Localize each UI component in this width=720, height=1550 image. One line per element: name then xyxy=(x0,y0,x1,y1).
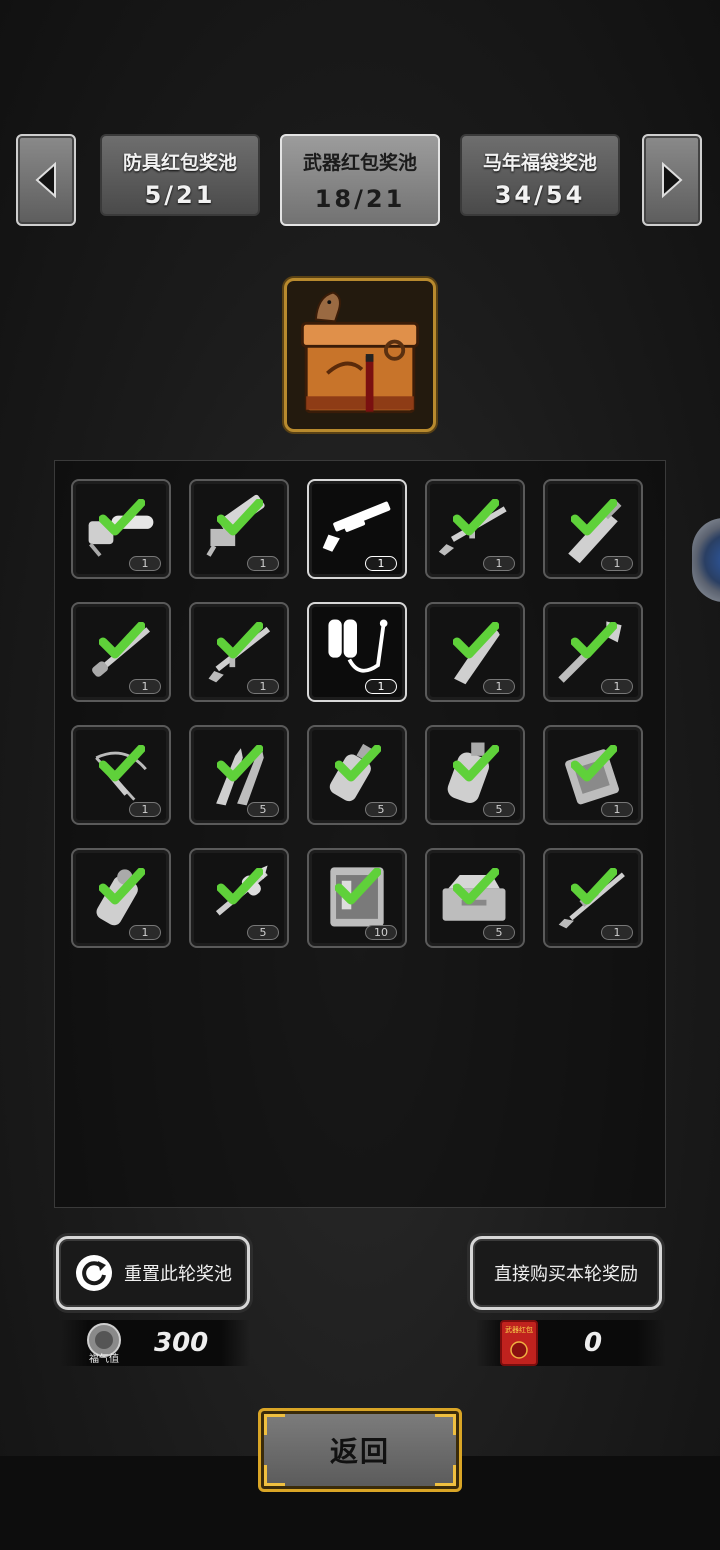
tab-horse-year-pool[interactable]: 马年福袋奖池 34/54 xyxy=(460,134,620,216)
claimed-check-icon xyxy=(571,622,617,659)
tab-weapon-pool[interactable]: 武器红包奖池 18/21 xyxy=(280,134,440,226)
claimed-check-icon xyxy=(335,868,381,905)
luck-coin-label: 福气值 xyxy=(89,1352,119,1364)
reward-quantity: 1 xyxy=(247,556,279,571)
reward-quantity: 5 xyxy=(483,925,515,940)
claimed-check-icon xyxy=(99,499,145,536)
claimed-check-icon xyxy=(99,868,145,905)
claimed-check-icon xyxy=(217,868,263,905)
tab-armor-pool[interactable]: 防具红包奖池 5/21 xyxy=(100,134,260,216)
reward-grid: 1 1 1 1 1 1 1 1 1 1 1 5 5 5 1 1 5 10 5 1 xyxy=(54,460,666,1208)
claimed-check-icon xyxy=(453,868,499,905)
claimed-check-icon xyxy=(217,622,263,659)
reward-quantity: 1 xyxy=(483,679,515,694)
reward-quantity: 5 xyxy=(365,802,397,817)
buy-rewards-button[interactable]: 直接购买本轮奖励 xyxy=(470,1236,662,1310)
reward-slot[interactable]: 5 xyxy=(189,725,289,825)
frame-corner xyxy=(435,1414,456,1435)
claimed-check-icon xyxy=(453,745,499,782)
reward-chest[interactable] xyxy=(284,278,436,432)
prev-pool-button[interactable] xyxy=(16,134,76,226)
reward-slot[interactable]: 1 xyxy=(189,479,289,579)
reward-slot[interactable]: 1 xyxy=(71,602,171,702)
luck-coin-icon: 福气值 xyxy=(87,1323,121,1364)
claimed-check-icon xyxy=(217,745,263,782)
shotgun-icon xyxy=(322,501,391,552)
claimed-check-icon xyxy=(99,622,145,659)
reward-quantity: 1 xyxy=(365,556,397,571)
reward-slot[interactable]: 5 xyxy=(425,848,525,948)
back-label: 返回 xyxy=(329,1435,390,1468)
side-menu-button[interactable] xyxy=(692,518,720,602)
reward-slot[interactable]: 1 xyxy=(425,602,525,702)
claimed-check-icon xyxy=(571,868,617,905)
reward-quantity: 1 xyxy=(601,802,633,817)
reward-quantity: 1 xyxy=(483,556,515,571)
reward-quantity: 1 xyxy=(129,679,161,694)
reward-quantity: 1 xyxy=(601,556,633,571)
claimed-check-icon xyxy=(571,499,617,536)
tab-progress: 18/21 xyxy=(314,185,406,213)
tab-name: 防具红包奖池 xyxy=(122,152,237,174)
redpacket-count: 0 xyxy=(584,1328,603,1358)
reward-slot[interactable]: 10 xyxy=(307,848,407,948)
reward-slot[interactable]: 1 xyxy=(307,479,407,579)
reward-slot[interactable]: 1 xyxy=(71,479,171,579)
arrow-right-icon xyxy=(662,161,683,199)
claimed-check-icon xyxy=(217,499,263,536)
reward-slot[interactable]: 5 xyxy=(307,725,407,825)
redpacket-count-row: 武器红包 0 xyxy=(476,1320,666,1366)
arrow-left-icon xyxy=(35,161,56,199)
tab-progress: 5/21 xyxy=(144,181,216,209)
reset-pool-label: 重置此轮奖池 xyxy=(124,1264,232,1285)
reward-slot[interactable]: 5 xyxy=(425,725,525,825)
reward-quantity: 1 xyxy=(129,925,161,940)
reward-slot[interactable]: 1 xyxy=(543,602,643,702)
flamethrower-icon xyxy=(328,619,388,673)
frame-corner xyxy=(264,1465,285,1486)
reward-quantity: 1 xyxy=(601,679,633,694)
frame-corner xyxy=(435,1465,456,1486)
reward-quantity: 1 xyxy=(129,556,161,571)
claimed-check-icon xyxy=(453,499,499,536)
redpacket-label: 武器红包 xyxy=(505,1325,533,1334)
back-button[interactable]: 返回 xyxy=(258,1408,462,1492)
tab-name: 马年福袋奖池 xyxy=(482,152,597,174)
reward-slot[interactable]: 1 xyxy=(543,848,643,948)
reward-slot[interactable]: 1 xyxy=(543,479,643,579)
reward-quantity: 5 xyxy=(247,925,279,940)
claimed-check-icon xyxy=(99,745,145,782)
claimed-check-icon xyxy=(453,622,499,659)
horse-chest-icon xyxy=(300,291,420,414)
reward-pool-screen: 防具红包奖池 5/21 武器红包奖池 18/21 马年福袋奖池 34/54 1 1… xyxy=(0,0,720,1550)
reward-slot[interactable]: 5 xyxy=(189,848,289,948)
next-pool-button[interactable] xyxy=(642,134,702,226)
claimed-check-icon xyxy=(335,745,381,782)
reward-quantity: 1 xyxy=(247,679,279,694)
tab-progress: 34/54 xyxy=(494,181,586,209)
reward-quantity: 10 xyxy=(365,925,397,940)
frame-corner xyxy=(264,1414,285,1435)
reward-quantity: 1 xyxy=(601,925,633,940)
buy-rewards-label: 直接购买本轮奖励 xyxy=(494,1264,638,1285)
reward-slot[interactable]: 1 xyxy=(543,725,643,825)
reward-quantity: 1 xyxy=(129,802,161,817)
tab-name: 武器红包奖池 xyxy=(302,152,417,174)
reward-slot[interactable]: 1 xyxy=(71,725,171,825)
luck-value-row: 福气值 300 xyxy=(60,1320,250,1366)
reward-quantity: 5 xyxy=(483,802,515,817)
reward-quantity: 5 xyxy=(247,802,279,817)
reward-quantity: 1 xyxy=(365,679,397,694)
reward-slot[interactable]: 1 xyxy=(71,848,171,948)
claimed-check-icon xyxy=(571,745,617,782)
reward-slot[interactable]: 1 xyxy=(425,479,525,579)
reset-pool-button[interactable]: 重置此轮奖池 xyxy=(56,1236,250,1310)
reward-slot[interactable]: 1 xyxy=(189,602,289,702)
weapon-redpacket-icon: 武器红包 xyxy=(500,1320,538,1366)
luck-value: 300 xyxy=(154,1328,209,1358)
reward-slot[interactable]: 1 xyxy=(307,602,407,702)
refresh-icon xyxy=(76,1255,112,1291)
